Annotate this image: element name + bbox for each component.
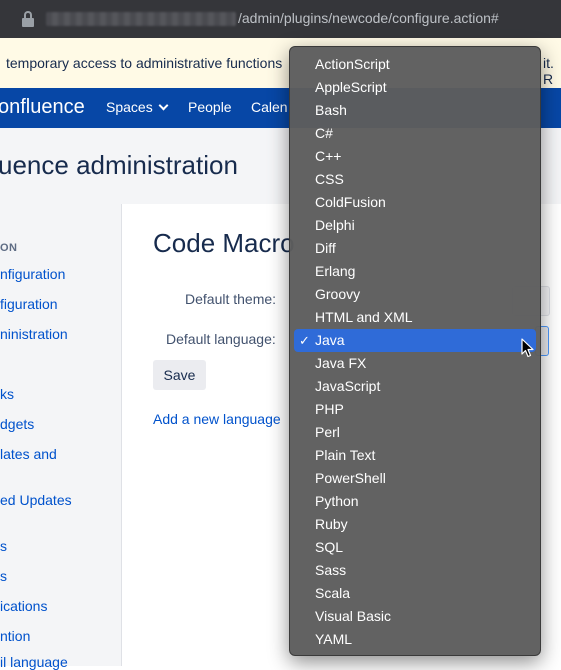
- sidebar-item[interactable]: ntion: [0, 628, 30, 644]
- sidebar-item[interactable]: lates and: [0, 446, 57, 462]
- dropdown-option[interactable]: ActionScript: [294, 53, 536, 76]
- sidebar-item[interactable]: dgets: [0, 416, 34, 432]
- checkmark-icon: ✓: [299, 333, 310, 348]
- dropdown-option-label: Groovy: [315, 286, 361, 302]
- dropdown-option-label: Diff: [315, 240, 336, 256]
- nav-calendars[interactable]: Calen: [251, 99, 288, 115]
- dropdown-option-label: Bash: [315, 102, 347, 118]
- dropdown-option[interactable]: Java FX: [294, 352, 536, 375]
- sidebar-item[interactable]: nfiguration: [0, 266, 65, 282]
- banner-text-tail: it. R: [543, 55, 554, 87]
- language-dropdown-menu: ActionScript AppleScript Bash C# C++ CSS ColdF…: [289, 46, 541, 656]
- dropdown-option-label: Python: [315, 493, 359, 509]
- dropdown-option-label: HTML and XML: [315, 309, 413, 325]
- dropdown-option[interactable]: Python: [294, 490, 536, 513]
- page-title: uence administration: [0, 150, 238, 180]
- add-language-link[interactable]: Add a new language: [153, 411, 281, 427]
- dropdown-option-label: Delphi: [315, 217, 355, 233]
- dropdown-option[interactable]: HTML and XML: [294, 306, 536, 329]
- dropdown-option-label: AppleScript: [315, 79, 387, 95]
- dropdown-option[interactable]: Delphi: [294, 214, 536, 237]
- dropdown-option[interactable]: PowerShell: [294, 467, 536, 490]
- sidebar-item[interactable]: s: [0, 568, 7, 584]
- banner-text: temporary access to administrative funct…: [6, 55, 283, 71]
- dropdown-option-label: SQL: [315, 539, 344, 555]
- default-language-label: Default language:: [166, 331, 276, 347]
- nav-people[interactable]: People: [188, 99, 232, 115]
- dropdown-option-label: Sass: [315, 562, 347, 578]
- url-redacted-host: [46, 12, 236, 26]
- dropdown-option[interactable]: AppleScript: [294, 76, 536, 99]
- default-theme-label: Default theme:: [185, 291, 277, 307]
- dropdown-option[interactable]: Bash: [294, 99, 536, 122]
- dropdown-option[interactable]: Diff: [294, 237, 536, 260]
- admin-sidebar: ON nfiguration figuration ninistration k…: [0, 204, 122, 670]
- sidebar-item[interactable]: figuration: [0, 296, 58, 312]
- sidebar-item[interactable]: il language: [0, 654, 68, 670]
- dropdown-option-label: Visual Basic: [315, 608, 392, 624]
- dropdown-option[interactable]: Plain Text: [294, 444, 536, 467]
- dropdown-option-label: C#: [315, 125, 333, 141]
- dropdown-option-label: Ruby: [315, 516, 348, 532]
- dropdown-option[interactable]: Groovy: [294, 283, 536, 306]
- language-options-list: ActionScript AppleScript Bash C# C++ CSS ColdF…: [294, 53, 536, 651]
- dropdown-option[interactable]: JavaScript: [294, 375, 536, 398]
- dropdown-option[interactable]: Scala: [294, 582, 536, 605]
- dropdown-option-label: PHP: [315, 401, 344, 417]
- dropdown-option[interactable]: C#: [294, 122, 536, 145]
- dropdown-option-label: Plain Text: [315, 447, 376, 463]
- save-button[interactable]: Save: [153, 360, 206, 390]
- dropdown-option-label: Java FX: [315, 355, 367, 371]
- dropdown-option-label: C++: [315, 148, 342, 164]
- dropdown-option[interactable]: ColdFusion: [294, 191, 536, 214]
- sidebar-item[interactable]: ks: [0, 386, 14, 402]
- dropdown-option-label: YAML: [315, 631, 353, 647]
- dropdown-option[interactable]: ✓ Java: [294, 329, 536, 352]
- dropdown-option[interactable]: Visual Basic: [294, 605, 536, 628]
- chevron-down-icon: [158, 100, 169, 111]
- dropdown-option-label: Perl: [315, 424, 340, 440]
- dropdown-option-label: CSS: [315, 171, 344, 187]
- sidebar-item[interactable]: s: [0, 538, 7, 554]
- dropdown-option[interactable]: Perl: [294, 421, 536, 444]
- dropdown-option[interactable]: CSS: [294, 168, 536, 191]
- dropdown-option[interactable]: Ruby: [294, 513, 536, 536]
- dropdown-option-label: ActionScript: [315, 56, 390, 72]
- dropdown-option-label: Scala: [315, 585, 351, 601]
- dropdown-option[interactable]: YAML: [294, 628, 536, 651]
- sidebar-item[interactable]: ninistration: [0, 326, 68, 342]
- dropdown-option[interactable]: SQL: [294, 536, 536, 559]
- lock-icon: [22, 11, 34, 27]
- dropdown-option-label: ColdFusion: [315, 194, 386, 210]
- dropdown-option-label: Erlang: [315, 263, 356, 279]
- browser-url-bar[interactable]: /admin/plugins/newcode/configure.action#: [0, 0, 561, 38]
- dropdown-option[interactable]: PHP: [294, 398, 536, 421]
- dropdown-option-label: PowerShell: [315, 470, 386, 486]
- sidebar-item[interactable]: ications: [0, 598, 47, 614]
- sidebar-item[interactable]: ed Updates: [0, 492, 72, 508]
- dropdown-option[interactable]: Sass: [294, 559, 536, 582]
- nav-spaces[interactable]: Spaces: [106, 99, 169, 115]
- url-path[interactable]: /admin/plugins/newcode/configure.action#: [238, 10, 499, 26]
- dropdown-option[interactable]: C++: [294, 145, 536, 168]
- dropdown-option-label: Java: [315, 332, 345, 348]
- section-title: Code Macro: [153, 228, 295, 258]
- dropdown-option[interactable]: Erlang: [294, 260, 536, 283]
- confluence-logo[interactable]: onfluence: [0, 96, 85, 119]
- nav-spaces-label: Spaces: [106, 99, 153, 115]
- sidebar-section-heading: ON: [0, 242, 18, 254]
- dropdown-option-label: JavaScript: [315, 378, 381, 394]
- mouse-pointer-icon: [521, 338, 534, 358]
